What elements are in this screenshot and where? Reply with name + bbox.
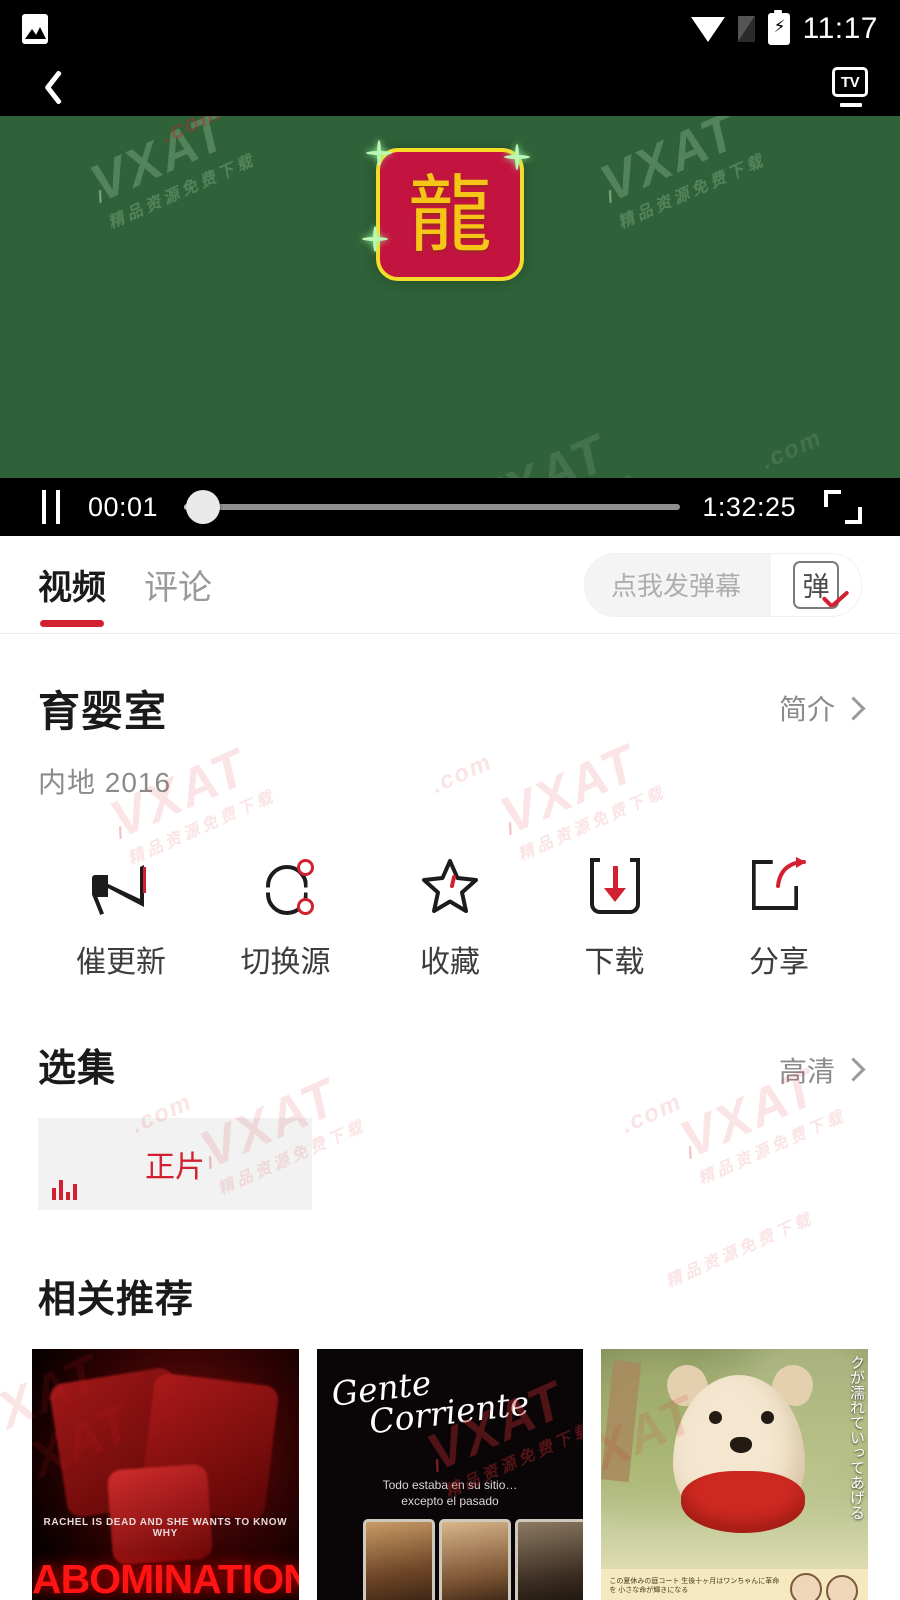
poster-tagline: RACHEL IS DEAD AND SHE WANTS TO KNOW WHY: [43, 1517, 288, 1539]
action-download[interactable]: 下载: [540, 853, 690, 981]
check-icon: [821, 594, 851, 612]
episode-item[interactable]: 正片: [38, 1118, 312, 1210]
video-surface[interactable]: 龍 ///VXAT 精品资源免费下载 .com ///VXAT 精品资源免费下载…: [0, 116, 900, 536]
action-label: 下载: [584, 946, 645, 979]
episode-list: 正片: [0, 1092, 900, 1210]
poster-vertical-text: クが濡れていってあげる: [848, 1355, 866, 1520]
episode-label: 正片: [145, 1151, 205, 1184]
recommend-poster-abomination[interactable]: RACHEL IS DEAD AND SHE WANTS TO KNOW WHY…: [32, 1349, 299, 1600]
status-bar-clock: 11:17: [802, 12, 878, 45]
watermark: .com: [157, 116, 227, 149]
watermark: ///VXAT 精品资源免费下载: [82, 116, 259, 233]
action-label: 切换源: [240, 946, 331, 979]
action-label: 催更新: [76, 946, 166, 979]
watermark: .com: [757, 424, 827, 475]
poster-tagline-line1: Todo estaba en su sitio…: [382, 1478, 518, 1492]
playing-bars-icon: [52, 1178, 77, 1200]
title-section: 育婴室 简介 内地 2016: [0, 634, 900, 801]
danmaku-toggle-button[interactable]: 弹: [771, 553, 861, 616]
wifi-icon: [690, 16, 725, 42]
sparkle-icon: [366, 140, 392, 166]
megaphone-icon: [86, 853, 156, 919]
back-arrow-icon[interactable]: [26, 64, 72, 110]
cast-tv-label: TV: [832, 67, 868, 97]
status-bar-right: ⚡ 11:17: [690, 10, 878, 46]
tab-bar: 视频 评论 点我发弹幕 弹: [0, 536, 900, 634]
fullscreen-icon[interactable]: [824, 490, 862, 524]
synopsis-link[interactable]: 简介: [778, 678, 866, 728]
watermark: ///VXAT 精品资源免费下载: [592, 116, 769, 233]
battery-bolt-glyph: ⚡: [773, 17, 786, 36]
action-label: 分享: [749, 946, 809, 979]
status-bar-left: [22, 14, 48, 44]
poster-art: [681, 1471, 806, 1533]
tab-list: 视频 评论: [38, 536, 212, 633]
current-time-label: 00:01: [88, 491, 159, 522]
tab-video[interactable]: 视频: [38, 560, 106, 633]
quality-selector[interactable]: 高清: [778, 1040, 866, 1090]
video-player[interactable]: 龍 ///VXAT 精品资源免费下载 .com ///VXAT 精品资源免费下载…: [0, 58, 900, 536]
player-top-bar: TV: [0, 58, 900, 116]
recommend-list: RACHEL IS DEAD AND SHE WANTS TO KNOW WHY…: [0, 1323, 900, 1600]
recommend-poster-shiba-dog[interactable]: クが濡れていってあげる この夏休みの庭コート 生後十ヶ月はワンちゃんに革命を 小…: [601, 1349, 869, 1600]
danmaku-input[interactable]: 点我发弹幕: [585, 553, 771, 616]
poster-art: [790, 1573, 823, 1600]
action-request-update[interactable]: 催更新: [46, 853, 196, 981]
recommend-title: 相关推荐: [38, 1279, 195, 1321]
switch-source-icon: [256, 853, 316, 919]
progress-thumb[interactable]: [185, 490, 220, 524]
signal-icon: [737, 16, 755, 42]
action-bar: 催更新 切换源 收藏 下载 分享: [0, 801, 900, 981]
danmaku-bar[interactable]: 点我发弹幕 弹: [584, 552, 862, 617]
photo-icon: [22, 14, 48, 44]
synopsis-label: 简介: [778, 694, 835, 725]
episodes-title: 选集: [38, 1048, 117, 1090]
cast-tv-icon[interactable]: TV: [830, 67, 874, 107]
chevron-right-icon: [841, 1057, 866, 1082]
poster-art: [826, 1575, 859, 1600]
poster-tagline-line2: excepto el pasado: [401, 1494, 499, 1509]
poster-art: [106, 1463, 214, 1566]
action-label: 收藏: [420, 946, 480, 979]
status-bar: ⚡ 11:17: [0, 0, 900, 58]
episodes-header: 选集 高清: [0, 981, 900, 1092]
action-favorite[interactable]: 收藏: [375, 853, 525, 981]
sparkle-icon: [504, 144, 530, 170]
cast-tv-stand: [840, 103, 862, 107]
tab-video-label: 视频: [38, 569, 106, 607]
recommend-header: 相关推荐: [0, 1210, 900, 1323]
page-title: 育婴室: [38, 688, 168, 735]
poster-title: ABOMINATION: [32, 1556, 299, 1600]
battery-charging-icon: ⚡: [767, 10, 790, 45]
tab-comments[interactable]: 评论: [144, 560, 212, 633]
progress-track: [184, 504, 681, 510]
dragon-glyph: 龍: [407, 165, 492, 264]
sparkle-icon: [362, 226, 388, 252]
title-row: 育婴室 简介: [38, 678, 866, 739]
poster-title: Gente Corriente: [329, 1355, 531, 1442]
channel-logo: 龍: [362, 140, 530, 281]
recommend-poster-gente-corriente[interactable]: Gente Corriente Todo estaba en su sitio……: [316, 1349, 584, 1600]
poster-caption-strip: この夏休みの庭コート 生後十ヶ月はワンちゃんに革命を 小さな命が輝きになる: [601, 1569, 869, 1600]
title-meta: 内地 2016: [38, 767, 172, 798]
star-icon: [421, 853, 479, 919]
quality-label: 高清: [778, 1055, 835, 1087]
app-screen: ⚡ 11:17 龍 ///VXAT 精品资源免费下载 .com ///VXAT …: [0, 0, 900, 1600]
poster-art: [362, 1519, 584, 1600]
duration-label: 1:32:25: [702, 491, 796, 522]
action-share[interactable]: 分享: [704, 853, 854, 981]
danmaku-placeholder: 点我发弹幕: [611, 571, 742, 601]
poster-caption: この夏休みの庭コート 生後十ヶ月はワンちゃんに革命を 小さな命が輝きになる: [609, 1578, 780, 1595]
pause-icon[interactable]: [38, 490, 68, 524]
player-controls: 00:01 1:32:25: [0, 478, 900, 536]
tab-comments-label: 评论: [144, 569, 212, 607]
progress-slider[interactable]: [184, 490, 681, 524]
chevron-right-icon: [841, 695, 866, 721]
download-icon: [586, 853, 644, 919]
action-switch-source[interactable]: 切换源: [211, 853, 361, 981]
share-icon: [750, 853, 808, 919]
poster-tagline: Todo estaba en su sitio… excepto el pasa…: [317, 1477, 584, 1509]
